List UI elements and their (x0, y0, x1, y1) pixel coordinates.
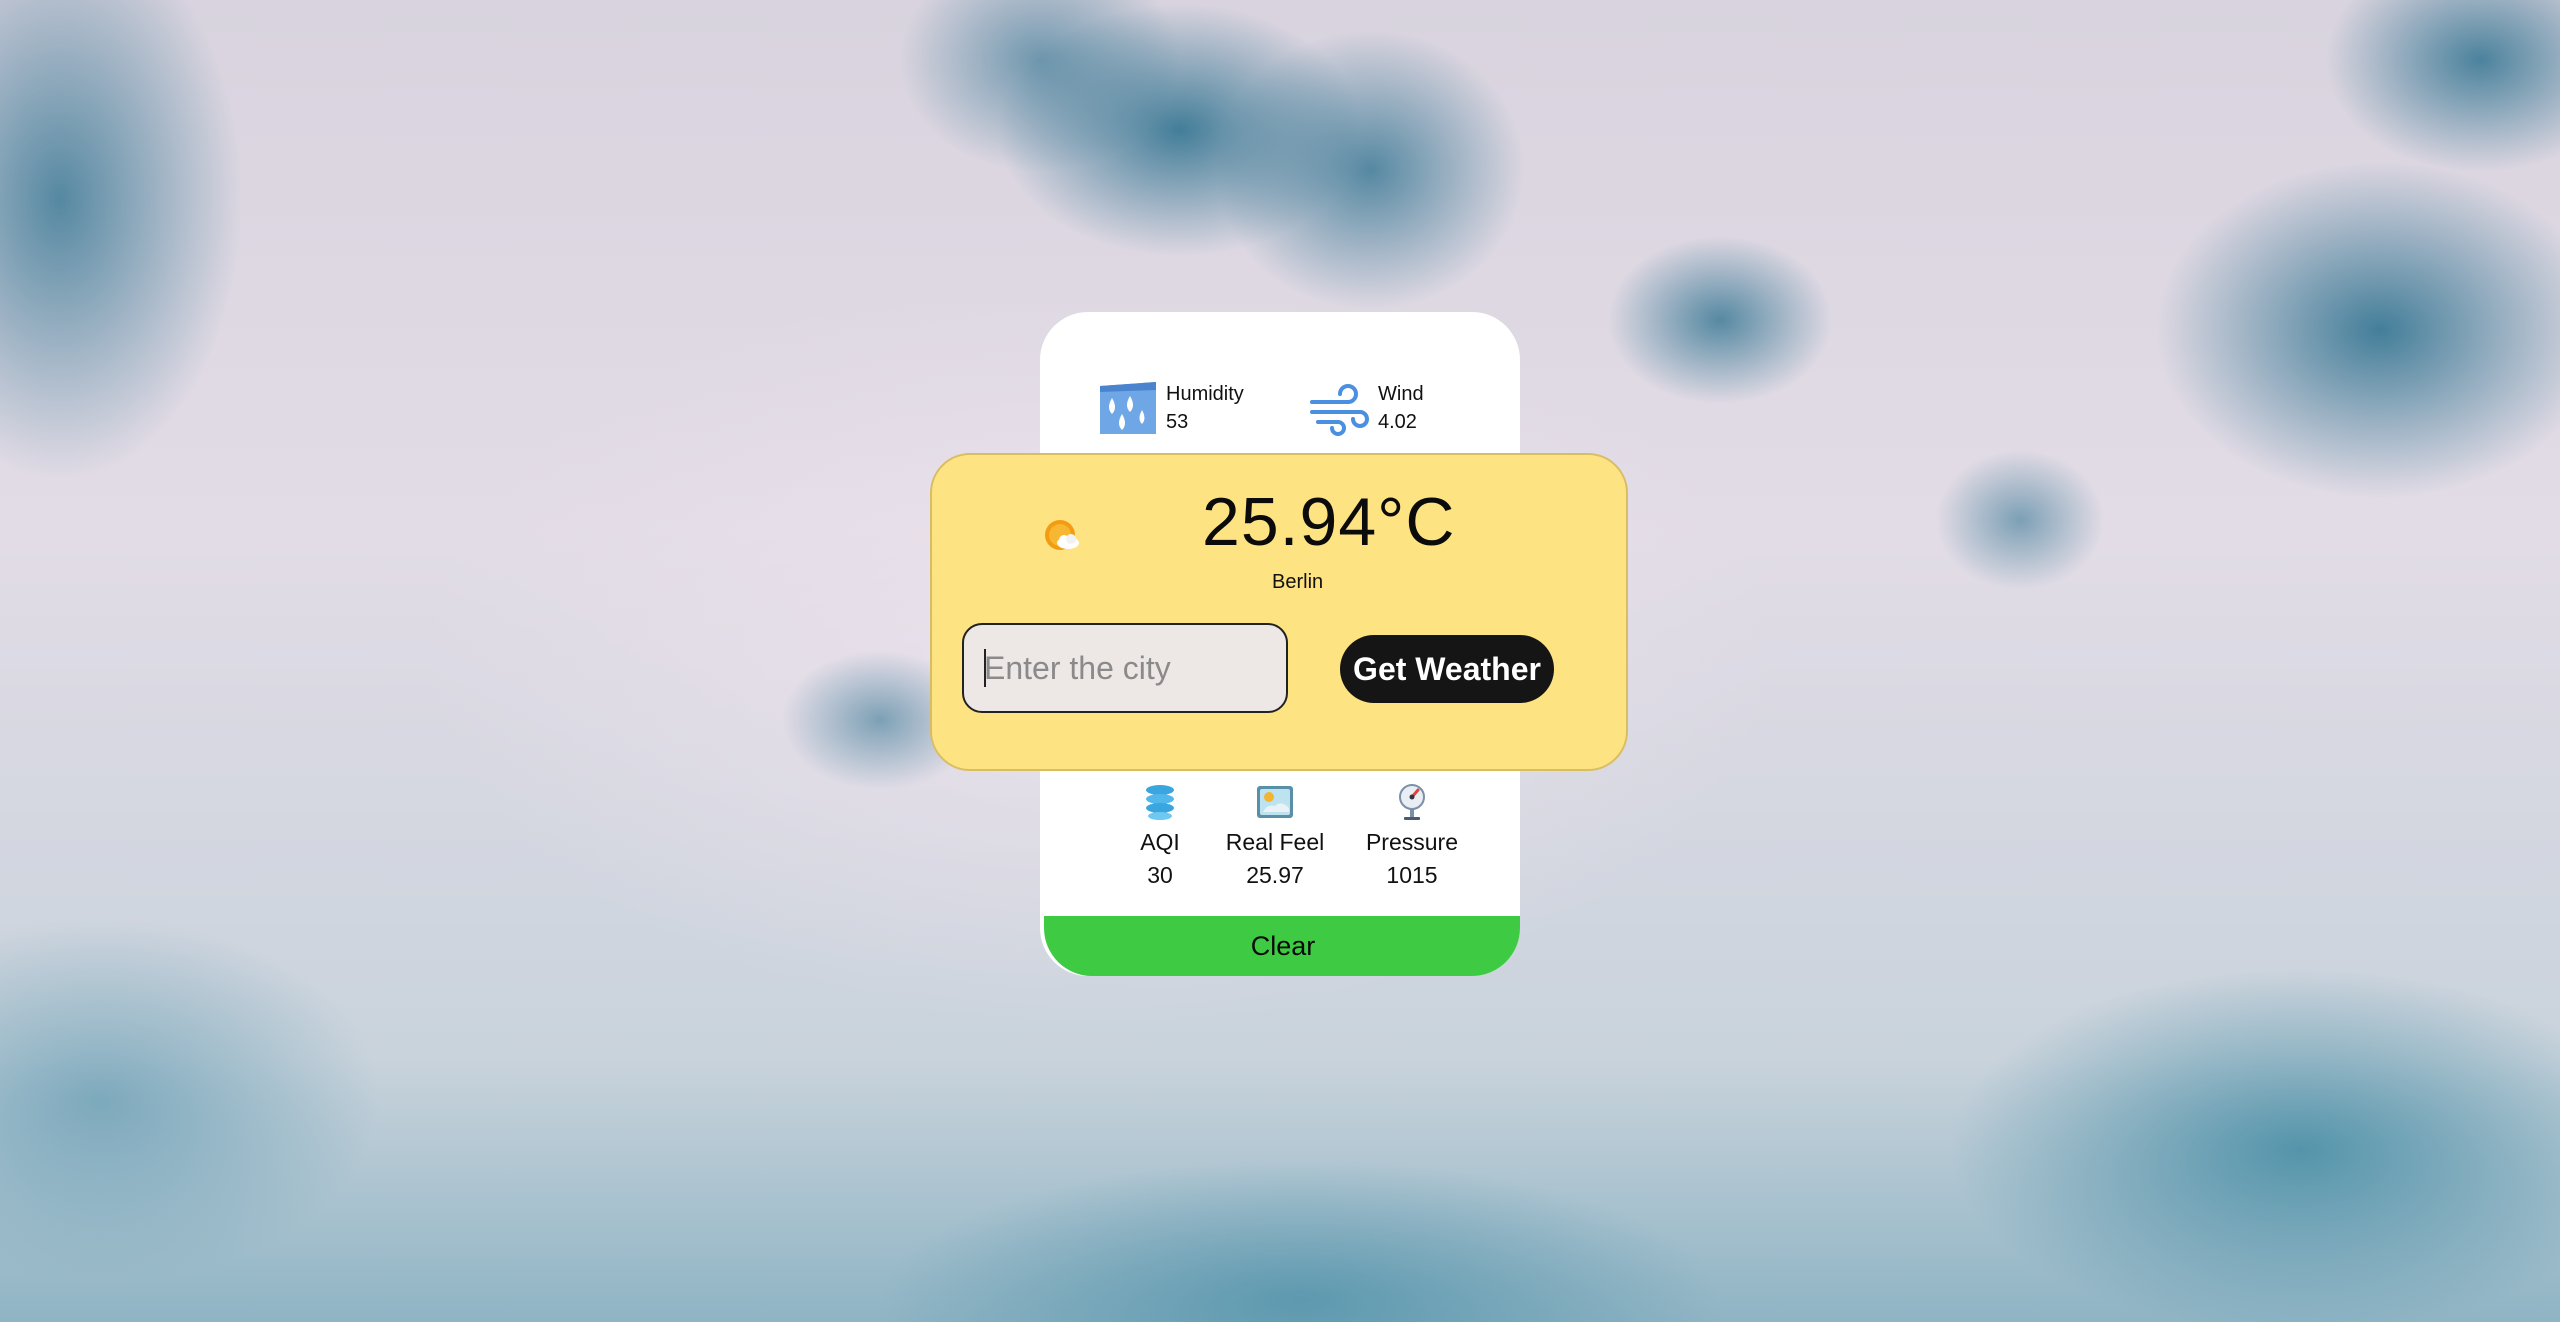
city-name: Berlin (1272, 571, 1324, 593)
humidity-stat: Humidity 53 (1096, 376, 1244, 440)
bottom-stats: AQI 30 Real Feel 25.97 Pressure 1015 (1040, 782, 1520, 922)
aqi-label: AQI (1140, 829, 1180, 855)
get-weather-button[interactable]: Get Weather (1340, 635, 1554, 703)
text-cursor (984, 649, 986, 687)
aqi-stat: AQI 30 (1110, 782, 1210, 892)
real-feel-label: Real Feel (1225, 829, 1325, 855)
top-stats: Humidity 53 Wind 4.02 (1040, 312, 1520, 452)
city-input[interactable] (962, 623, 1288, 713)
current-weather-panel: 25.94°C Berlin Get Weather (930, 453, 1628, 771)
wind-stat: Wind 4.02 (1308, 376, 1424, 440)
clear-button[interactable]: Clear (1044, 916, 1520, 976)
humidity-icon (1100, 382, 1156, 434)
pressure-label: Pressure (1365, 829, 1459, 855)
temperature-value: 25.94°C (1202, 484, 1456, 560)
sun-behind-cloud-icon (1045, 520, 1079, 550)
humidity-value: 53 (1166, 411, 1189, 433)
wind-label: Wind (1378, 383, 1424, 405)
real-feel-stat: Real Feel 25.97 (1205, 782, 1345, 892)
aqi-icon (1146, 785, 1174, 820)
pressure-value: 1015 (1386, 862, 1438, 888)
humidity-label: Humidity (1166, 383, 1244, 405)
real-feel-value: 25.97 (1246, 862, 1304, 888)
pressure-stat: Pressure 1015 (1340, 782, 1484, 892)
aqi-value: 30 (1147, 862, 1173, 888)
pressure-gauge-icon (1399, 784, 1425, 820)
real-feel-icon (1257, 786, 1293, 818)
wind-icon (1310, 384, 1369, 436)
wind-value: 4.02 (1378, 411, 1417, 433)
